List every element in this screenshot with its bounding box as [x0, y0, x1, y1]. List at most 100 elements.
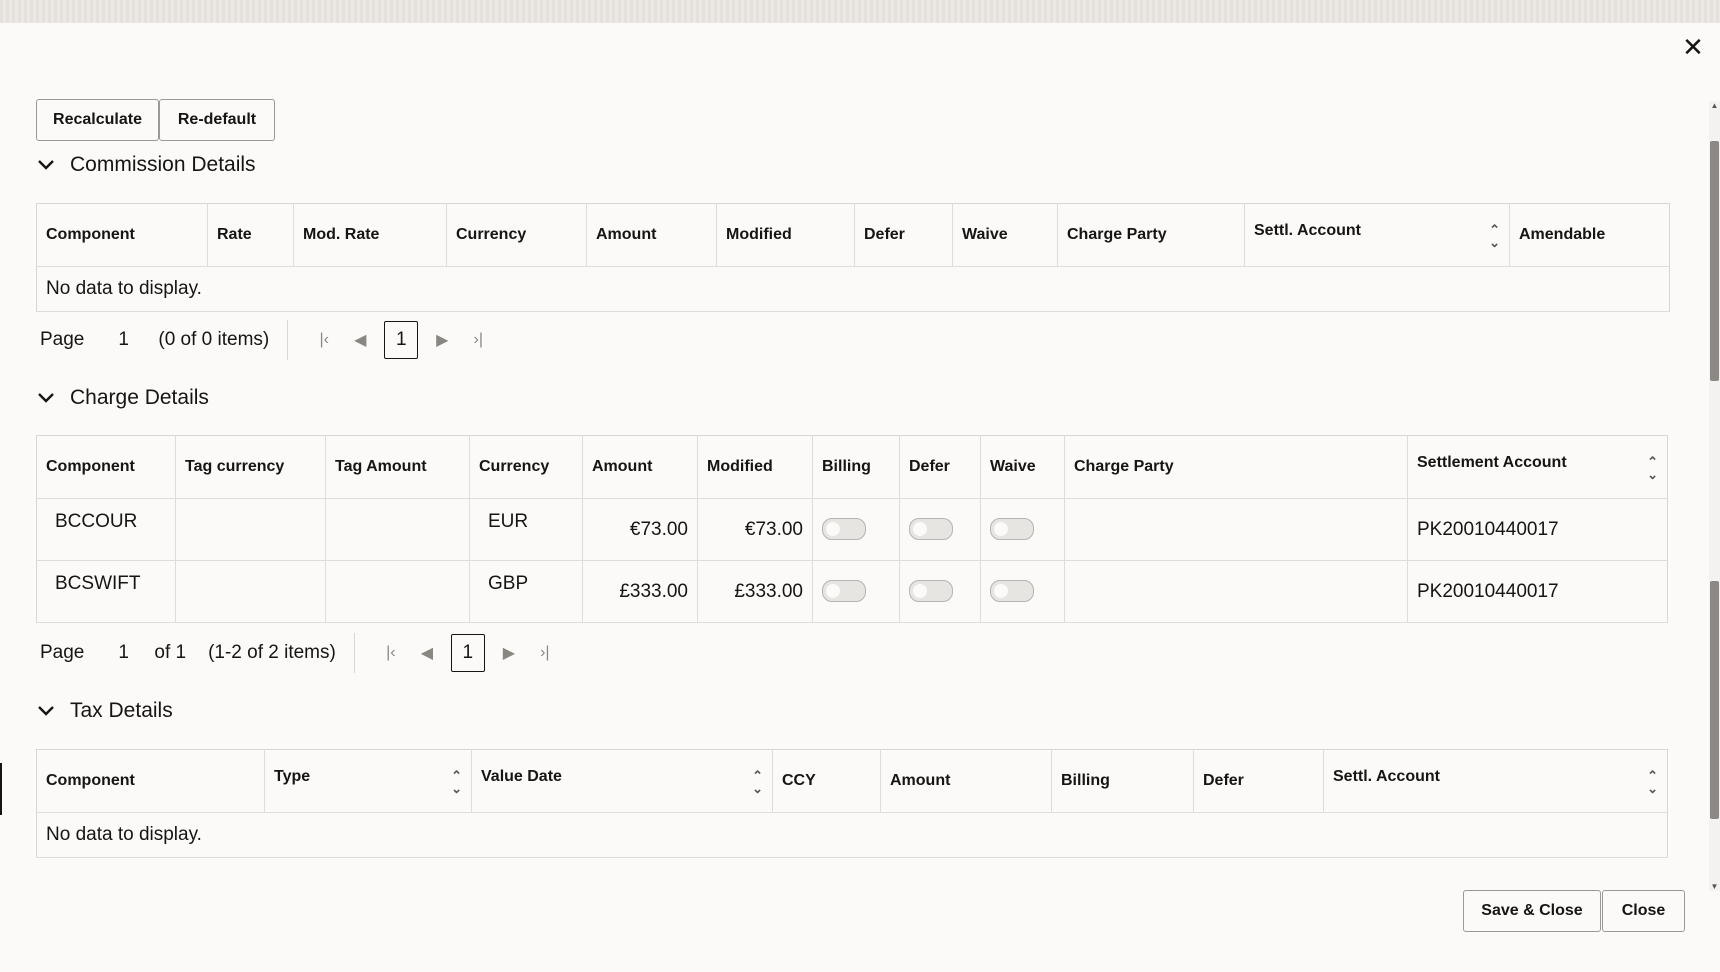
charge-section-header[interactable]: Charge Details	[36, 386, 209, 410]
column-header[interactable]: Component	[37, 750, 265, 813]
scroll-up-icon[interactable]: ▲	[1710, 101, 1719, 110]
charges-dialog: ✕ Recalculate Re-default Commission Deta…	[0, 23, 1720, 972]
charge-party-cell	[1065, 499, 1408, 561]
chevron-down-icon	[36, 388, 56, 408]
column-header[interactable]: Amount	[881, 750, 1052, 813]
waive-toggle[interactable]	[990, 580, 1034, 602]
column-header[interactable]: Defer	[855, 204, 953, 267]
close-icon[interactable]: ✕	[1676, 31, 1710, 65]
column-header[interactable]: Waive	[981, 436, 1065, 499]
recalculate-button[interactable]: Recalculate	[36, 99, 159, 141]
billing-toggle[interactable]	[822, 518, 866, 540]
column-header[interactable]: Currency	[470, 436, 583, 499]
table-header-row: Component Rate Mod. Rate Currency Amount…	[37, 204, 1670, 267]
billing-toggle[interactable]	[822, 580, 866, 602]
settlement-account-cell[interactable]: PK20010440017	[1408, 561, 1668, 623]
page-label: Page	[40, 642, 84, 664]
column-header[interactable]: Defer	[1194, 750, 1324, 813]
page-summary: (0 of 0 items)	[158, 329, 269, 351]
column-header[interactable]: Amount	[587, 204, 717, 267]
column-header[interactable]: Modified	[717, 204, 855, 267]
last-page-icon[interactable]: ›|	[527, 644, 563, 662]
component-cell: BCSWIFT	[37, 561, 176, 623]
next-page-icon[interactable]: ▶	[491, 643, 527, 663]
settlement-account-cell[interactable]: PK20010440017	[1408, 499, 1668, 561]
table-row[interactable]: BCSWIFT GBP £333.00 £333.00 PK2001044001…	[37, 561, 1668, 623]
first-page-icon[interactable]: |‹	[306, 331, 342, 349]
current-page-button[interactable]: 1	[384, 321, 418, 359]
no-data-message: No data to display.	[37, 267, 1670, 312]
sort-icon[interactable]: ⌃⌄	[752, 769, 763, 795]
current-page-button[interactable]: 1	[451, 634, 485, 672]
column-header[interactable]: Tag Amount	[326, 436, 470, 499]
save-and-close-button[interactable]: Save & Close	[1463, 890, 1601, 932]
waive-cell	[981, 499, 1065, 561]
sort-icon[interactable]: ⌃⌄	[1489, 223, 1500, 249]
column-header-label: Type	[274, 768, 310, 785]
column-header[interactable]: Amount	[583, 436, 698, 499]
column-header[interactable]: Mod. Rate	[294, 204, 447, 267]
sort-icon[interactable]: ⌃⌄	[1647, 769, 1658, 795]
column-header-sortable[interactable]: Settl. Account ⌃⌄	[1245, 204, 1510, 267]
amount-cell: £333.00	[583, 561, 698, 623]
column-header[interactable]: Rate	[208, 204, 294, 267]
column-header[interactable]: Charge Party	[1065, 436, 1408, 499]
defer-cell	[900, 499, 981, 561]
column-header[interactable]: Waive	[953, 204, 1058, 267]
waive-cell	[981, 561, 1065, 623]
column-header-sortable[interactable]: Settlement Account⌃⌄	[1408, 436, 1668, 499]
column-header[interactable]: CCY	[773, 750, 881, 813]
column-header[interactable]: Billing	[813, 436, 900, 499]
column-header-sortable[interactable]: Value Date⌃⌄	[472, 750, 773, 813]
redefault-button[interactable]: Re-default	[159, 99, 275, 141]
column-header[interactable]: Currency	[447, 204, 587, 267]
last-page-icon[interactable]: ›|	[460, 331, 496, 349]
chevron-down-icon	[36, 701, 56, 721]
column-header[interactable]: Component	[37, 204, 208, 267]
column-header[interactable]: Tag currency	[176, 436, 326, 499]
charge-party-cell	[1065, 561, 1408, 623]
billing-cell	[813, 561, 900, 623]
tax-table: Component Type ⌃⌄ Value Date⌃⌄ CCY Amount…	[36, 749, 1668, 858]
first-page-icon[interactable]: |‹	[373, 644, 409, 662]
column-header-sortable[interactable]: Settl. Account⌃⌄	[1324, 750, 1668, 813]
column-header-sortable[interactable]: Type ⌃⌄	[265, 750, 472, 813]
component-cell: BCCOUR	[37, 499, 176, 561]
tag-currency-cell	[176, 561, 326, 623]
tag-amount-cell	[326, 561, 470, 623]
column-header[interactable]: Defer	[900, 436, 981, 499]
table-header-row: Component Tag currency Tag Amount Curren…	[37, 436, 1668, 499]
tax-section-header[interactable]: Tax Details	[36, 699, 173, 723]
defer-toggle[interactable]	[909, 518, 953, 540]
no-data-message: No data to display.	[37, 813, 1668, 858]
column-header[interactable]: Billing	[1052, 750, 1194, 813]
amount-cell: €73.00	[583, 499, 698, 561]
sort-icon[interactable]: ⌃⌄	[451, 769, 462, 795]
scrollbar-thumb[interactable]	[1710, 581, 1719, 819]
currency-cell: EUR	[470, 499, 583, 561]
column-header[interactable]: Modified	[698, 436, 813, 499]
sort-icon[interactable]: ⌃⌄	[1647, 455, 1658, 481]
modified-cell[interactable]: €73.00	[698, 499, 813, 561]
defer-toggle[interactable]	[909, 580, 953, 602]
page-number-input[interactable]: 1	[118, 642, 154, 664]
commission-table: Component Rate Mod. Rate Currency Amount…	[36, 203, 1670, 312]
column-header[interactable]: Charge Party	[1058, 204, 1245, 267]
waive-toggle[interactable]	[990, 518, 1034, 540]
defer-cell	[900, 561, 981, 623]
vertical-scrollbar[interactable]: ▲ ▼	[1709, 101, 1720, 891]
column-header[interactable]: Component	[37, 436, 176, 499]
close-button[interactable]: Close	[1602, 890, 1685, 932]
commission-section-header[interactable]: Commission Details	[36, 153, 256, 177]
column-header-label: Settl. Account	[1254, 222, 1361, 239]
previous-page-icon[interactable]: ◀	[342, 330, 378, 350]
previous-page-icon[interactable]: ◀	[409, 643, 445, 663]
scroll-down-icon[interactable]: ▼	[1710, 882, 1719, 891]
table-row[interactable]: BCCOUR EUR €73.00 €73.00 PK20010440017	[37, 499, 1668, 561]
modified-cell[interactable]: £333.00	[698, 561, 813, 623]
scrollbar-thumb[interactable]	[1710, 141, 1719, 381]
page-number-input[interactable]: 1	[118, 329, 158, 351]
next-page-icon[interactable]: ▶	[424, 330, 460, 350]
column-header[interactable]: Amendable	[1510, 204, 1670, 267]
billing-cell	[813, 499, 900, 561]
